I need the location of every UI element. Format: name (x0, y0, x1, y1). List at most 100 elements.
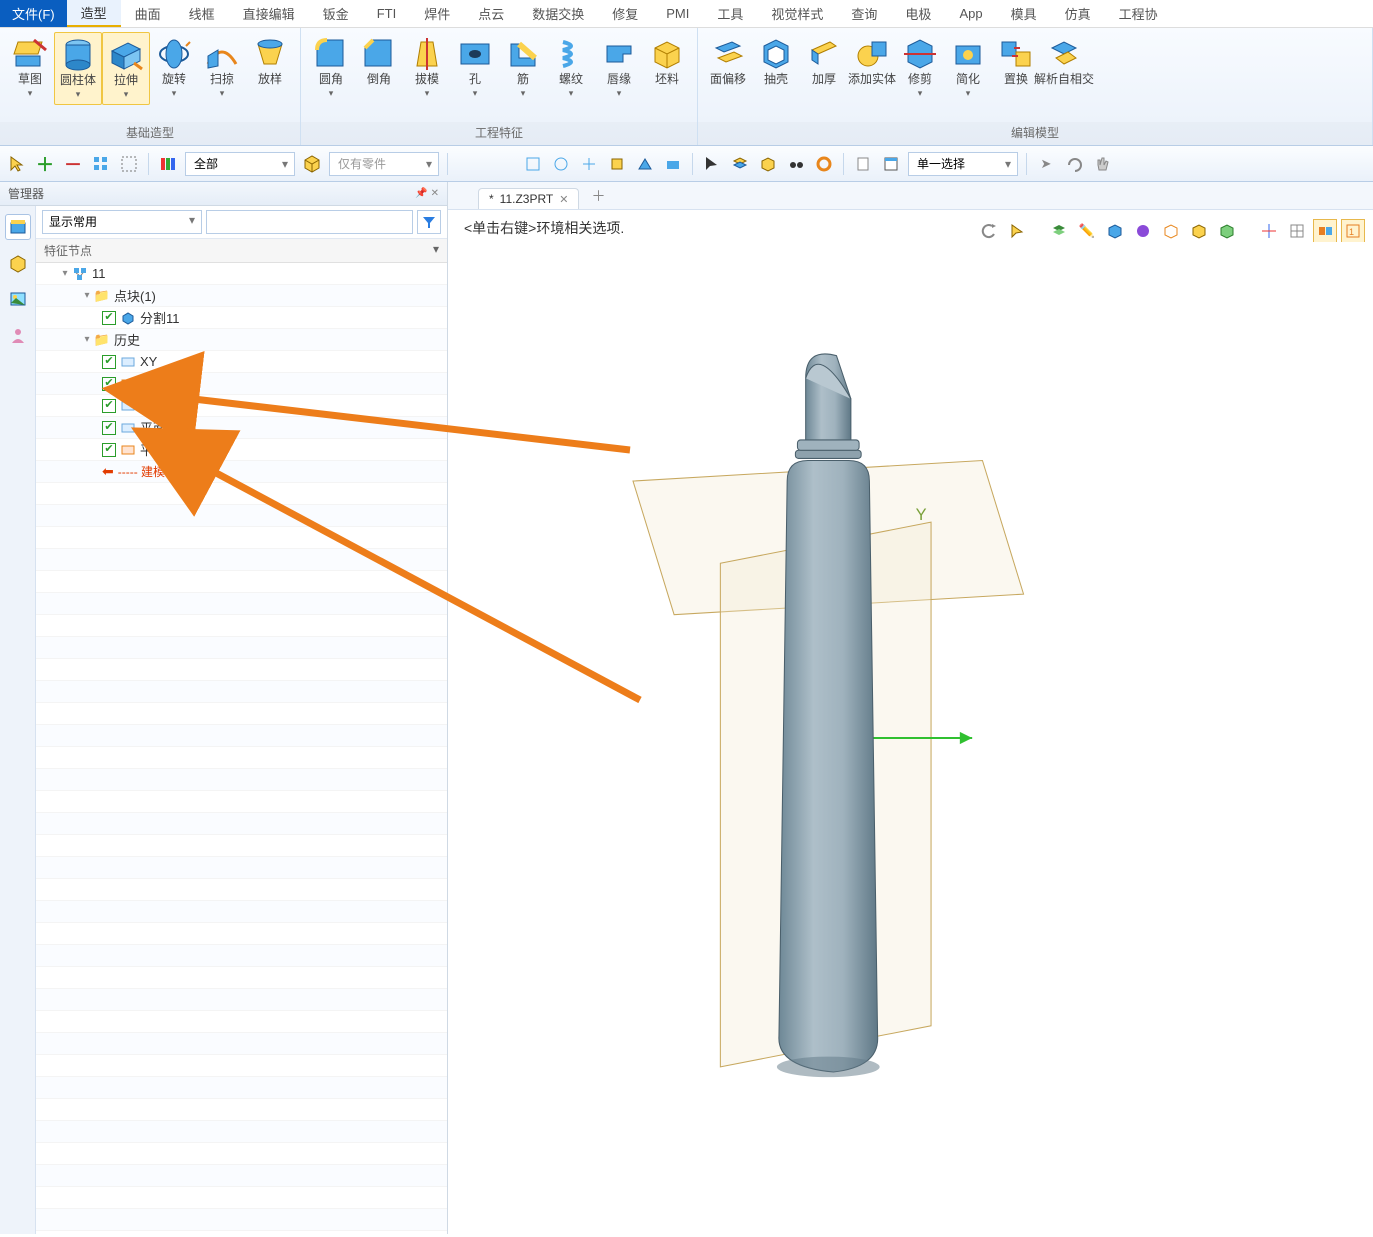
vt-cursor-icon[interactable] (1005, 219, 1029, 243)
tb-misc5-icon[interactable] (634, 153, 656, 175)
tree-plane-1[interactable]: ✔平面1 (36, 417, 447, 439)
tab-repair[interactable]: 修复 (598, 0, 652, 27)
tb-cursor2-icon[interactable] (701, 153, 723, 175)
tb-window-icon[interactable] (880, 153, 902, 175)
side-tab-person[interactable] (5, 322, 31, 348)
vt-origin-icon[interactable] (1257, 219, 1281, 243)
tb-misc2-icon[interactable] (550, 153, 572, 175)
draft-button[interactable]: 拔模▾ (403, 32, 451, 103)
display-mode-dropdown[interactable]: 显示常用 (42, 210, 202, 234)
tree-item-split[interactable]: ✔分割11 (36, 307, 447, 329)
tree-folder-history[interactable]: ▾📁历史 (36, 329, 447, 351)
parts-only-dropdown[interactable]: 仅有零件 (329, 152, 439, 176)
simplify-button[interactable]: 简化▾ (944, 32, 992, 103)
replace-button[interactable]: 置换 (992, 32, 1040, 90)
tab-data-exchange[interactable]: 数据交换 (518, 0, 598, 27)
tb-hand-icon[interactable] (1091, 153, 1113, 175)
tab-shape[interactable]: 造型 (67, 0, 121, 27)
vt-pencil-icon[interactable]: ✏️ (1075, 219, 1099, 243)
tree-search-input[interactable] (206, 210, 413, 234)
shell-button[interactable]: 抽壳 (752, 32, 800, 90)
tab-fti[interactable]: FTI (363, 0, 411, 27)
tab-pointcloud[interactable]: 点云 (464, 0, 518, 27)
tree-plane-yz[interactable]: ✔YZ (36, 395, 447, 417)
add-solid-button[interactable]: 添加实体 (848, 32, 896, 90)
grid-icon[interactable] (90, 153, 112, 175)
revolve-button[interactable]: 旋转▾ (150, 32, 198, 103)
tree-modeling-stop[interactable]: ⬅----- 建模停止 ----- (36, 461, 447, 483)
tree-plane-2[interactable]: ✔平面2 (36, 439, 447, 461)
close-tab-icon[interactable]: ✕ (559, 193, 568, 206)
tab-app[interactable]: App (945, 0, 996, 27)
sketch-button[interactable]: 草图▾ (6, 32, 54, 103)
fillet-button[interactable]: 圆角▾ (307, 32, 355, 103)
loft-button[interactable]: 放样 (246, 32, 294, 90)
checkbox-icon[interactable]: ✔ (102, 399, 116, 413)
side-tab-model[interactable] (5, 214, 31, 240)
vt-grid-icon[interactable] (1285, 219, 1309, 243)
side-tab-image[interactable] (5, 286, 31, 312)
filter-button[interactable] (417, 210, 441, 234)
tb-layer-icon[interactable] (729, 153, 751, 175)
tab-tools[interactable]: 工具 (703, 0, 757, 27)
tab-engineering[interactable]: 工程协 (1105, 0, 1172, 27)
vt-box-blue-icon[interactable] (1103, 219, 1127, 243)
stock-button[interactable]: 坯料 (643, 32, 691, 90)
tab-query[interactable]: 查询 (837, 0, 891, 27)
tb-misc1-icon[interactable] (522, 153, 544, 175)
cylinder-button[interactable]: 圆柱体▾ (54, 32, 102, 105)
single-select-dropdown[interactable]: 单一选择 (908, 152, 1018, 176)
vt-datum2-icon[interactable]: 1 (1341, 219, 1365, 243)
tab-electrode[interactable]: 电极 (891, 0, 945, 27)
color-stack-icon[interactable] (157, 153, 179, 175)
checkbox-icon[interactable]: ✔ (102, 311, 116, 325)
section-collapse-icon[interactable]: ▾ (433, 242, 439, 259)
tb-pointer-icon[interactable]: ➤ (1035, 153, 1057, 175)
tab-direct-edit[interactable]: 直接编辑 (229, 0, 309, 27)
tab-pmi[interactable]: PMI (652, 0, 703, 27)
file-menu[interactable]: 文件(F) (0, 0, 67, 27)
vt-box-gold-icon[interactable] (1187, 219, 1211, 243)
trim-button[interactable]: 修剪▾ (896, 32, 944, 103)
document-tab[interactable]: * 11.Z3PRT ✕ (478, 188, 579, 209)
tab-sheetmetal[interactable]: 钣金 (309, 0, 363, 27)
vt-wireframe-icon[interactable] (1159, 219, 1183, 243)
select-box-icon[interactable] (118, 153, 140, 175)
tb-misc3-icon[interactable] (578, 153, 600, 175)
checkbox-icon[interactable]: ✔ (102, 443, 116, 457)
side-tab-box[interactable] (5, 250, 31, 276)
remove-icon[interactable]: － (62, 153, 84, 175)
tree-plane-xy[interactable]: ✔XY (36, 351, 447, 373)
checkbox-icon[interactable]: ✔ (102, 377, 116, 391)
pin-icon[interactable]: 📌 ✕ (415, 188, 439, 199)
resolve-self-intersection-button[interactable]: 解析自相交 (1040, 32, 1088, 90)
tb-rotate-icon[interactable] (1063, 153, 1085, 175)
vt-layers-icon[interactable] (1047, 219, 1071, 243)
vt-sphere-icon[interactable] (1131, 219, 1155, 243)
lip-button[interactable]: 唇缘▾ (595, 32, 643, 103)
add-icon[interactable]: ＋ (34, 153, 56, 175)
hole-button[interactable]: 孔▾ (451, 32, 499, 103)
vt-box-green-icon[interactable] (1215, 219, 1239, 243)
thread-button[interactable]: 螺纹▾ (547, 32, 595, 103)
tab-wireframe[interactable]: 线框 (175, 0, 229, 27)
sweep-button[interactable]: 扫掠▾ (198, 32, 246, 103)
checkbox-icon[interactable]: ✔ (102, 421, 116, 435)
vt-undo-icon[interactable] (977, 219, 1001, 243)
tb-box2-icon[interactable] (757, 153, 779, 175)
tb-page-icon[interactable] (852, 153, 874, 175)
vt-datum-icon[interactable] (1313, 219, 1337, 243)
tree-plane-xz[interactable]: ✔XZ (36, 373, 447, 395)
tree-root[interactable]: ▾11 (36, 263, 447, 285)
tab-weldment[interactable]: 焊件 (410, 0, 464, 27)
tb-gear-icon[interactable] (813, 153, 835, 175)
extrude-button[interactable]: 拉伸▾ (102, 32, 150, 105)
rib-button[interactable]: 筋▾ (499, 32, 547, 103)
tree-folder-pointblock[interactable]: ▾📁点块(1) (36, 285, 447, 307)
chamfer-button[interactable]: 倒角 (355, 32, 403, 90)
tab-surface[interactable]: 曲面 (121, 0, 175, 27)
cursor-icon[interactable] (6, 153, 28, 175)
tab-mold[interactable]: 模具 (997, 0, 1051, 27)
tb-sunglasses-icon[interactable] (785, 153, 807, 175)
tab-visual-style[interactable]: 视觉样式 (757, 0, 837, 27)
